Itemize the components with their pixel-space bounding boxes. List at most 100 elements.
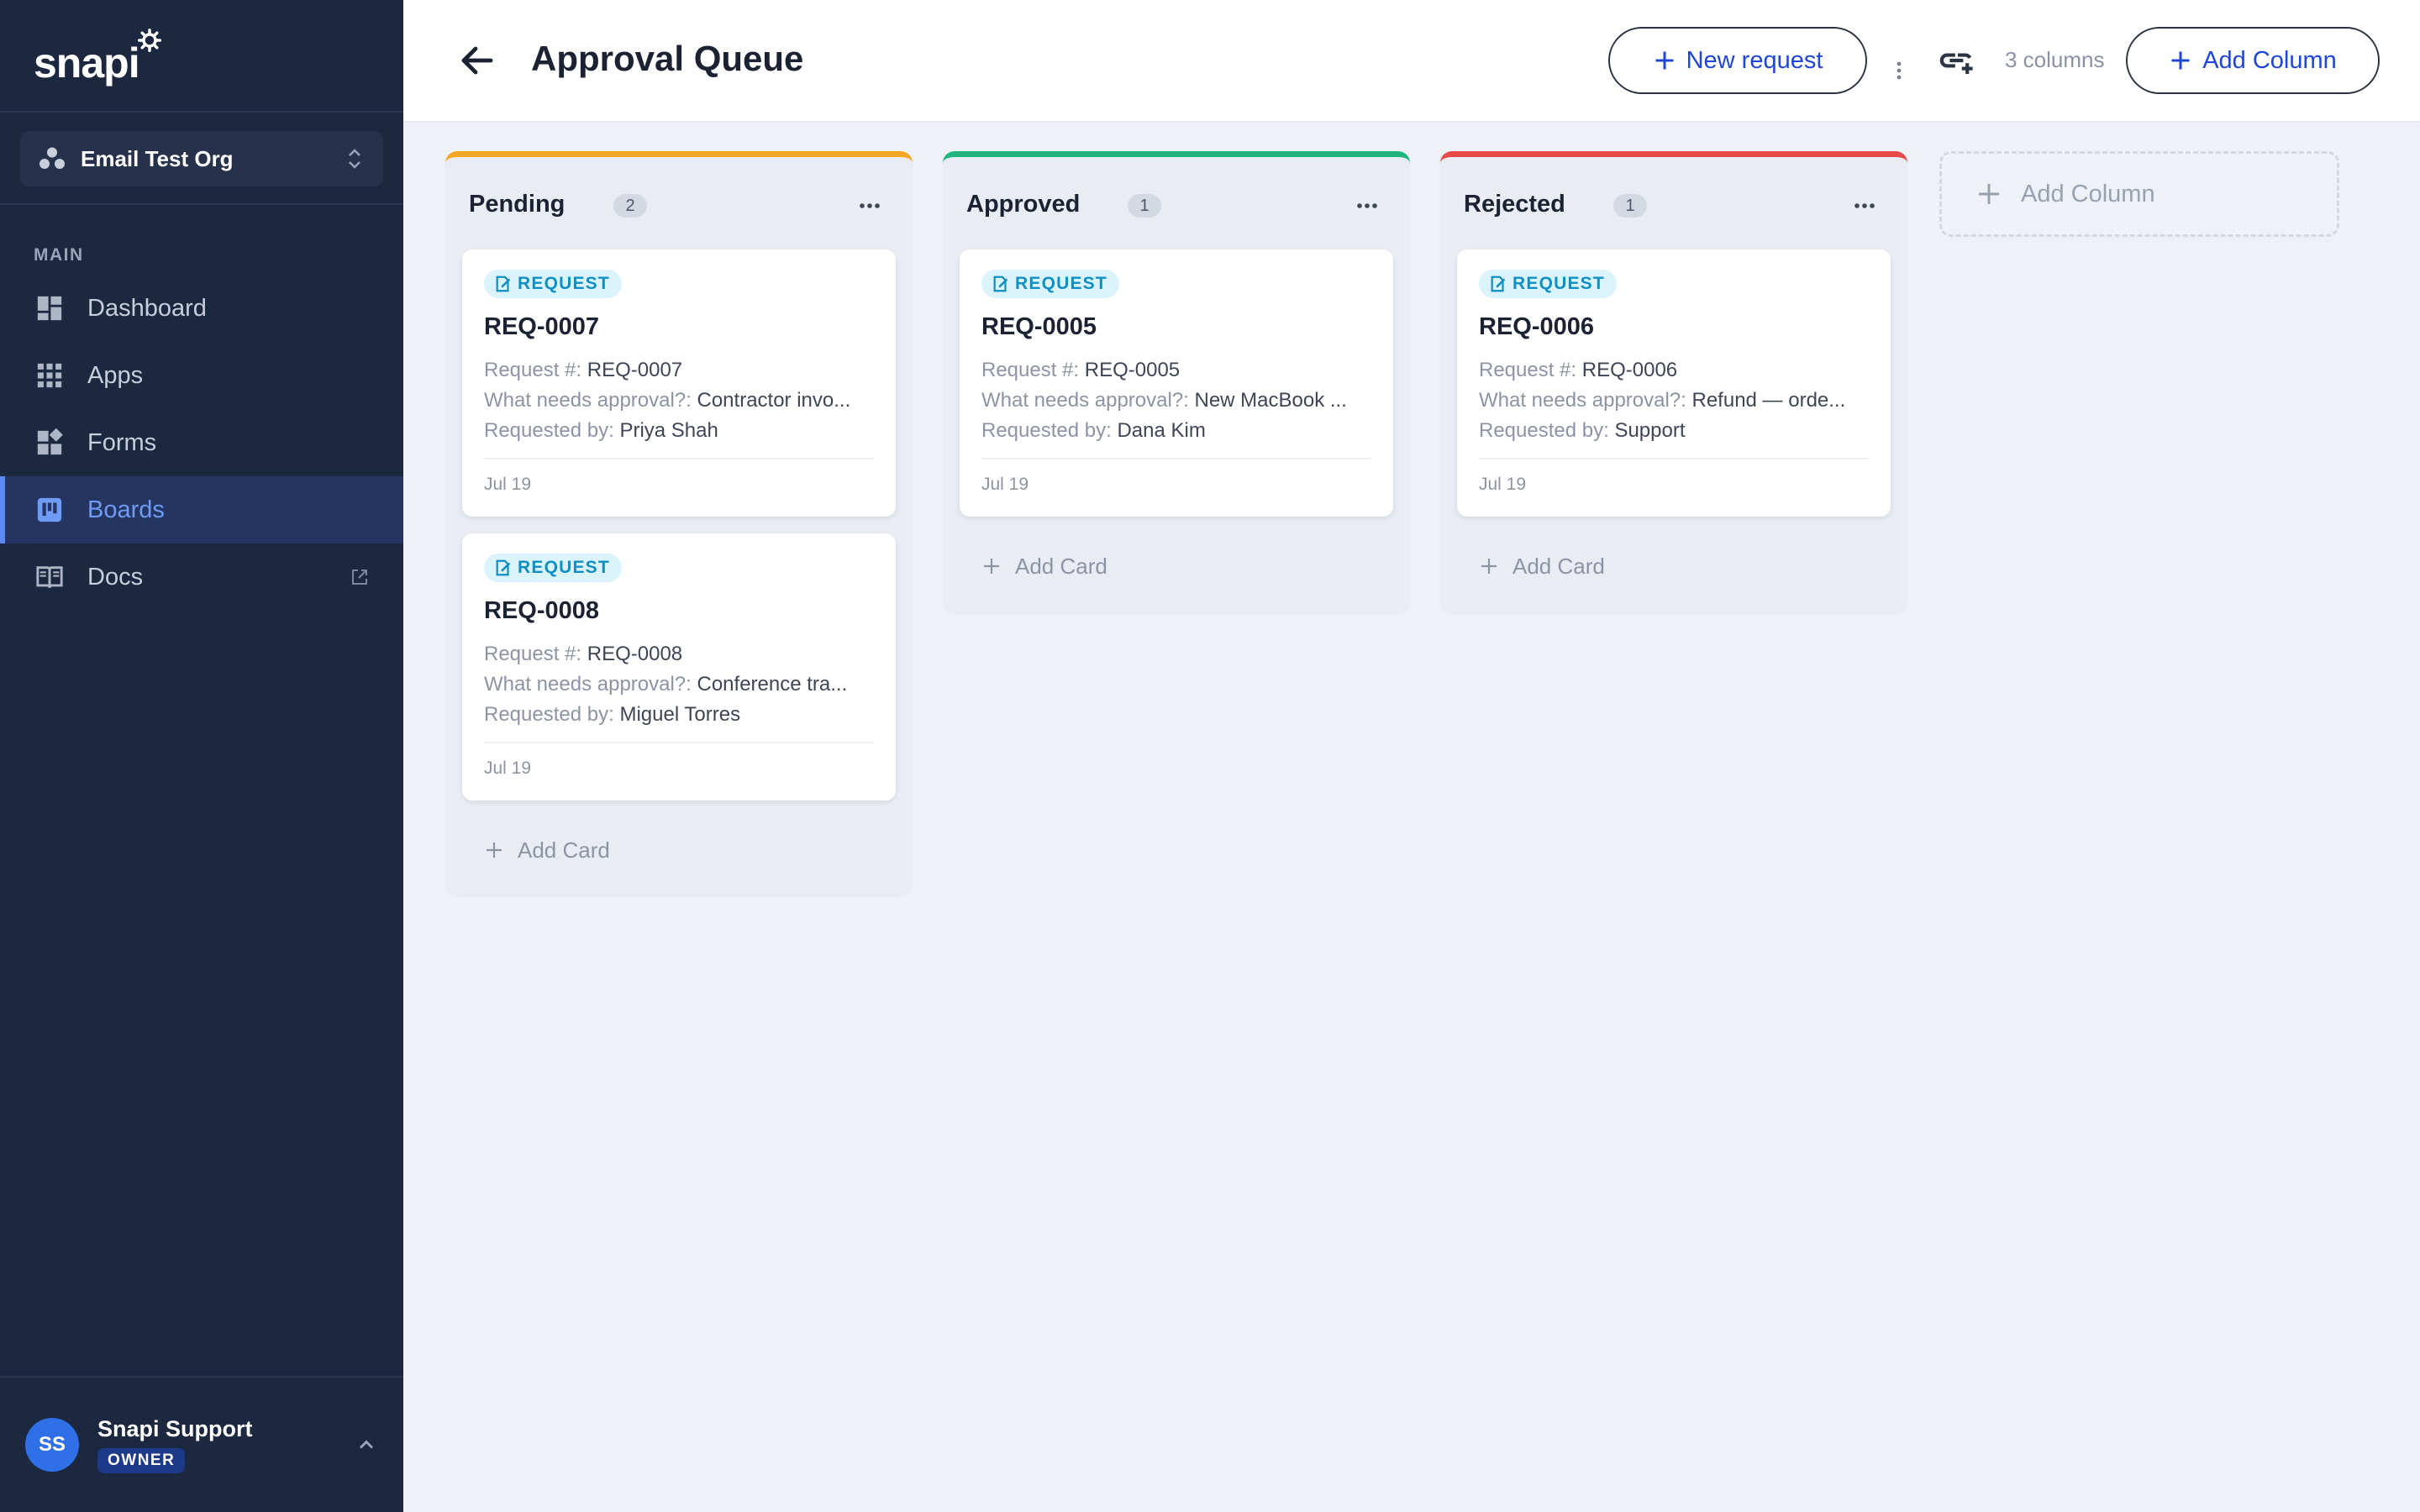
sidebar-item-forms[interactable]: Forms [0, 409, 403, 476]
plus-icon [487, 843, 502, 858]
field-label: What needs approval?: [1479, 389, 1686, 412]
dashboard-icon [37, 296, 62, 321]
divider [0, 1376, 403, 1378]
field-value: REQ-0005 [1084, 359, 1181, 381]
field-value: Contractor invo... [697, 389, 851, 412]
column-count-badge: 1 [1128, 194, 1161, 218]
ellipsis-icon[interactable] [1355, 196, 1380, 216]
sidebar-nav: Dashboard Apps Forms Boards Docs [0, 275, 403, 611]
add-column-label: Add Column [2202, 46, 2337, 74]
column-count-badge: 1 [1613, 194, 1647, 218]
field-value: REQ-0006 [1581, 359, 1678, 381]
divider [484, 742, 874, 743]
field-value: Miguel Torres [619, 703, 741, 726]
sidebar-item-label: Apps [87, 361, 144, 389]
new-request-button[interactable]: New request [1608, 27, 1867, 94]
card-title: REQ-0008 [484, 597, 600, 624]
user-menu[interactable]: SS Snapi Support OWNER [25, 1416, 378, 1475]
ellipsis-icon[interactable] [857, 196, 882, 216]
column-count-badge: 2 [613, 194, 647, 218]
plus-icon [1655, 51, 1674, 70]
card-field-requested-by: Requested by: Support [1479, 419, 1874, 443]
ellipsis-icon[interactable] [1852, 196, 1877, 216]
card-type-tag: REQUEST [1479, 270, 1617, 298]
sidebar-item-label: Dashboard [87, 294, 207, 322]
link-add-icon[interactable] [1938, 44, 1978, 77]
sidebar: snapi Email Test Org MAIN Dashboard Apps… [0, 0, 403, 1512]
board-card[interactable]: REQUEST REQ-0007 Request #: REQ-0007 Wha… [462, 249, 896, 517]
column-title: Rejected [1464, 191, 1565, 218]
field-value: REQ-0008 [587, 643, 683, 665]
gear-icon [137, 29, 161, 52]
field-label: Request #: [484, 359, 582, 381]
add-column-placeholder[interactable]: Add Column [1939, 151, 2339, 237]
sidebar-item-label: Forms [87, 428, 157, 456]
sidebar-item-label: Boards [87, 496, 165, 523]
tag-label: REQUEST [518, 558, 610, 577]
divider [484, 458, 874, 459]
card-type-tag: REQUEST [981, 270, 1119, 298]
sidebar-item-apps[interactable]: Apps [0, 342, 403, 409]
forms-icon [37, 428, 63, 455]
board-column-rejected: Rejected 1 REQUEST REQ-0006 Request #: R… [1440, 151, 1907, 615]
card-field-what-needs-approval: What needs approval?: Refund — orde... [1479, 389, 1874, 412]
card-field-requested-by: Requested by: Miguel Torres [484, 703, 879, 727]
card-title: REQ-0005 [981, 313, 1097, 340]
card-field-what-needs-approval: What needs approval?: Conference tra... [484, 673, 879, 696]
add-card-button[interactable]: Add Card [1457, 533, 1891, 599]
field-label: Requested by: [484, 419, 614, 442]
user-name: Snapi Support [97, 1416, 253, 1441]
plus-icon [984, 559, 999, 574]
file-edit-icon [496, 276, 511, 292]
field-label: What needs approval?: [484, 389, 692, 412]
back-arrow-icon[interactable] [457, 40, 497, 81]
sidebar-item-dashboard[interactable]: Dashboard [0, 275, 403, 342]
avatar: SS [25, 1418, 79, 1472]
field-label: What needs approval?: [484, 673, 692, 696]
card-date: Jul 19 [1479, 475, 1527, 494]
add-column-button[interactable]: Add Column [2126, 27, 2380, 94]
nav-section-label: MAIN [34, 245, 84, 265]
plus-icon [2171, 51, 2190, 70]
org-switcher[interactable]: Email Test Org [20, 131, 383, 186]
kebab-vertical-icon[interactable] [1891, 57, 1907, 91]
docs-book-icon [36, 566, 63, 588]
board-card[interactable]: REQUEST REQ-0008 Request #: REQ-0008 Wha… [462, 533, 896, 801]
sidebar-item-boards[interactable]: Boards [0, 476, 403, 543]
sidebar-item-label: Docs [87, 563, 144, 591]
tag-label: REQUEST [518, 274, 610, 293]
org-icon [39, 147, 65, 169]
card-field-what-needs-approval: What needs approval?: Contractor invo... [484, 389, 879, 412]
field-label: Requested by: [981, 419, 1112, 442]
column-header: Rejected 1 [1440, 157, 1907, 249]
field-label: Request #: [484, 643, 582, 665]
card-field-requested-by: Requested by: Dana Kim [981, 419, 1376, 443]
sidebar-item-docs[interactable]: Docs [0, 543, 403, 611]
apps-grid-icon [37, 363, 62, 388]
card-field-requested-by: Requested by: Priya Shah [484, 419, 879, 443]
card-field-what-needs-approval: What needs approval?: New MacBook ... [981, 389, 1376, 412]
add-card-button[interactable]: Add Card [462, 817, 896, 883]
boards-icon [37, 497, 62, 522]
chevron-up-icon [359, 1440, 374, 1449]
card-field-request-number: Request #: REQ-0007 [484, 359, 879, 382]
file-edit-icon [1491, 276, 1506, 292]
card-date: Jul 19 [484, 759, 532, 778]
board-card[interactable]: REQUEST REQ-0005 Request #: REQ-0005 Wha… [960, 249, 1393, 517]
tag-label: REQUEST [1015, 274, 1107, 293]
page-header: Approval Queue New request 3 columns Add… [403, 0, 2420, 123]
field-label: Requested by: [1479, 419, 1609, 442]
card-date: Jul 19 [981, 475, 1029, 494]
add-card-button[interactable]: Add Card [960, 533, 1393, 599]
card-field-request-number: Request #: REQ-0008 [484, 643, 879, 666]
column-count: 3 columns [2005, 47, 2105, 72]
column-title: Pending [469, 191, 566, 218]
board-column-pending: Pending 2 REQUEST REQ-0007 Request #: RE… [445, 151, 913, 897]
logo[interactable]: snapi [34, 29, 161, 84]
add-column-placeholder-label: Add Column [2021, 180, 2155, 207]
field-label: Requested by: [484, 703, 614, 726]
page-title: Approval Queue [531, 39, 804, 78]
board-card[interactable]: REQUEST REQ-0006 Request #: REQ-0006 Wha… [1457, 249, 1891, 517]
add-card-label: Add Card [1015, 553, 1107, 579]
field-label: Request #: [1479, 359, 1577, 381]
